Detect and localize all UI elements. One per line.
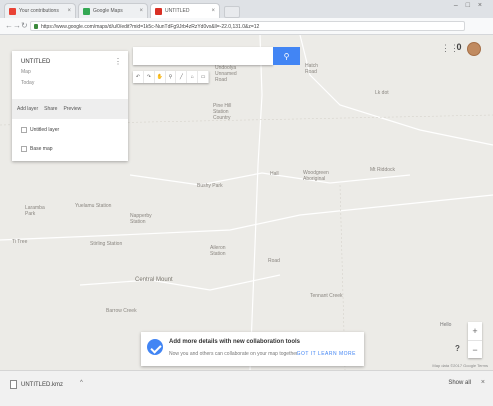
measure-icon[interactable]: ▭: [198, 71, 210, 83]
road-south: [79, 274, 281, 291]
banner-heading: Add more details with new collaboration …: [169, 339, 301, 345]
map-label: Yuelamu Station: [75, 203, 112, 209]
search-icon: ⚲: [283, 51, 290, 61]
address-bar: ← → ↻ https://www.google.com/maps/d/u/0/…: [0, 18, 493, 47]
back-arrow-icon[interactable]: ←: [5, 21, 13, 30]
banner-text: Now you and others can collaborate on yo…: [169, 351, 298, 357]
share-button[interactable]: Share: [44, 106, 57, 112]
panel-actions: Add layer Share Preview: [12, 99, 128, 119]
add-layer-button[interactable]: Add layer: [17, 106, 38, 112]
map-label: Pine Hill Station Country: [213, 103, 232, 121]
tab-favicon-icon: [83, 7, 90, 15]
preview-button[interactable]: Preview: [63, 106, 81, 112]
downloads-bar: UNTITLED.kmz ^ Show all ×: [0, 370, 493, 406]
close-downloads-icon[interactable]: ×: [481, 379, 485, 386]
tab-label: Google Maps: [93, 8, 123, 14]
hand-tool-icon[interactable]: ✋: [155, 71, 166, 83]
tab-close-icon[interactable]: ×: [136, 8, 143, 14]
draw-line-icon[interactable]: ╱: [176, 71, 188, 83]
layer-item[interactable]: Base map: [21, 146, 53, 152]
search-input[interactable]: [133, 47, 273, 65]
show-all-button[interactable]: Show all: [448, 380, 471, 386]
browser-tab-strip: Your contributions × Google Maps × UNTIT…: [0, 0, 493, 18]
road-east-west: [0, 194, 493, 241]
zoom-controls: + −: [468, 322, 482, 358]
collaboration-icon: [147, 339, 163, 355]
map-label: Bushy Park: [197, 183, 223, 189]
undo-icon[interactable]: ↶: [133, 71, 144, 83]
map-subtitle: Map: [21, 69, 31, 75]
help-button[interactable]: ?: [455, 344, 460, 353]
tab-favicon-icon: [155, 7, 162, 15]
download-item[interactable]: UNTITLED.kmz: [10, 380, 63, 389]
window-controls[interactable]: – □ ×: [454, 2, 485, 9]
download-filename: UNTITLED.kmz: [21, 381, 63, 388]
map-label: Laramba Park: [25, 205, 45, 217]
user-avatar[interactable]: [467, 42, 481, 56]
map-attribution[interactable]: Map data ©2017 Google Terms: [432, 363, 488, 368]
tab-close-icon[interactable]: ×: [208, 8, 215, 14]
zoom-out-button[interactable]: −: [468, 341, 482, 359]
search-button[interactable]: ⚲: [273, 47, 300, 65]
directions-icon[interactable]: ⌂: [187, 71, 199, 83]
reload-icon[interactable]: ↻: [21, 21, 28, 30]
map-label: Central Mount: [135, 277, 173, 283]
forward-arrow-icon[interactable]: →: [13, 21, 21, 30]
map-label: Undoolya Unnamed Road: [215, 65, 237, 83]
lock-icon: [34, 24, 38, 29]
tab-close-icon[interactable]: ×: [64, 8, 71, 14]
map-label: Tennant Creek: [310, 293, 343, 299]
map-label: Barrow Creek: [106, 308, 137, 314]
more-options-icon[interactable]: ⋮: [114, 57, 122, 66]
drawing-toolbar: ↶ ↷ ✋ ⚲ ╱ ⌂ ▭: [133, 71, 210, 83]
tab-favicon-icon: [9, 7, 16, 15]
collaboration-banner: Add more details with new collaboration …: [141, 332, 364, 366]
zoom-in-button[interactable]: +: [468, 322, 482, 341]
download-options-icon[interactable]: ^: [80, 380, 83, 386]
layer-label: Untitled layer: [30, 127, 60, 133]
add-marker-icon[interactable]: ⚲: [166, 71, 177, 83]
map-label: Hatch Road: [305, 63, 319, 75]
file-icon: [10, 380, 17, 389]
tab-label: UNTITLED: [165, 8, 190, 14]
tab-label: Your contributions: [19, 8, 59, 14]
map-label: Road: [268, 258, 280, 264]
layer-label: Base map: [30, 146, 53, 152]
map-label: Mt Riddock: [370, 167, 396, 173]
map-label: Stirling Station: [90, 241, 123, 247]
map-canvas[interactable]: Undoolya Unnamed Road Hatch Road Lk dot Pin…: [0, 35, 493, 370]
url-text: https://www.google.com/maps/d/u/0/edit?m…: [41, 24, 260, 30]
map-label: Aileron Station: [210, 245, 226, 257]
checkbox-icon[interactable]: [21, 146, 27, 152]
tab-contributions[interactable]: Your contributions ×: [4, 3, 76, 18]
map-label: Lk dot: [375, 90, 389, 96]
map-label: Ti Tree: [12, 239, 28, 245]
road-stuart-highway: [249, 35, 263, 370]
url-field[interactable]: https://www.google.com/maps/d/u/0/edit?m…: [30, 21, 465, 31]
new-tab-button[interactable]: [224, 6, 240, 18]
location-label: Hello: [440, 322, 452, 328]
map-label: Hall: [270, 171, 279, 177]
map-description[interactable]: Today: [21, 80, 34, 86]
notifications-icon[interactable]: 0: [454, 42, 464, 53]
checkbox-icon[interactable]: [21, 127, 27, 133]
layer-item[interactable]: Untitled layer: [21, 127, 59, 133]
redo-icon[interactable]: ↷: [144, 71, 155, 83]
banner-actions[interactable]: GOT IT LEARN MORE: [297, 351, 356, 357]
tab-google-maps[interactable]: Google Maps ×: [78, 3, 148, 18]
map-title[interactable]: UNTITLED: [21, 59, 50, 65]
map-legend-panel: UNTITLED Map Today ⋮ Add layer Share Pre…: [12, 51, 128, 161]
tab-untitled[interactable]: UNTITLED ×: [150, 3, 220, 18]
road-northeast: [299, 35, 493, 146]
map-label: Woodgreen Aboriginal: [303, 170, 329, 182]
map-label: Napperby Station: [130, 213, 152, 225]
